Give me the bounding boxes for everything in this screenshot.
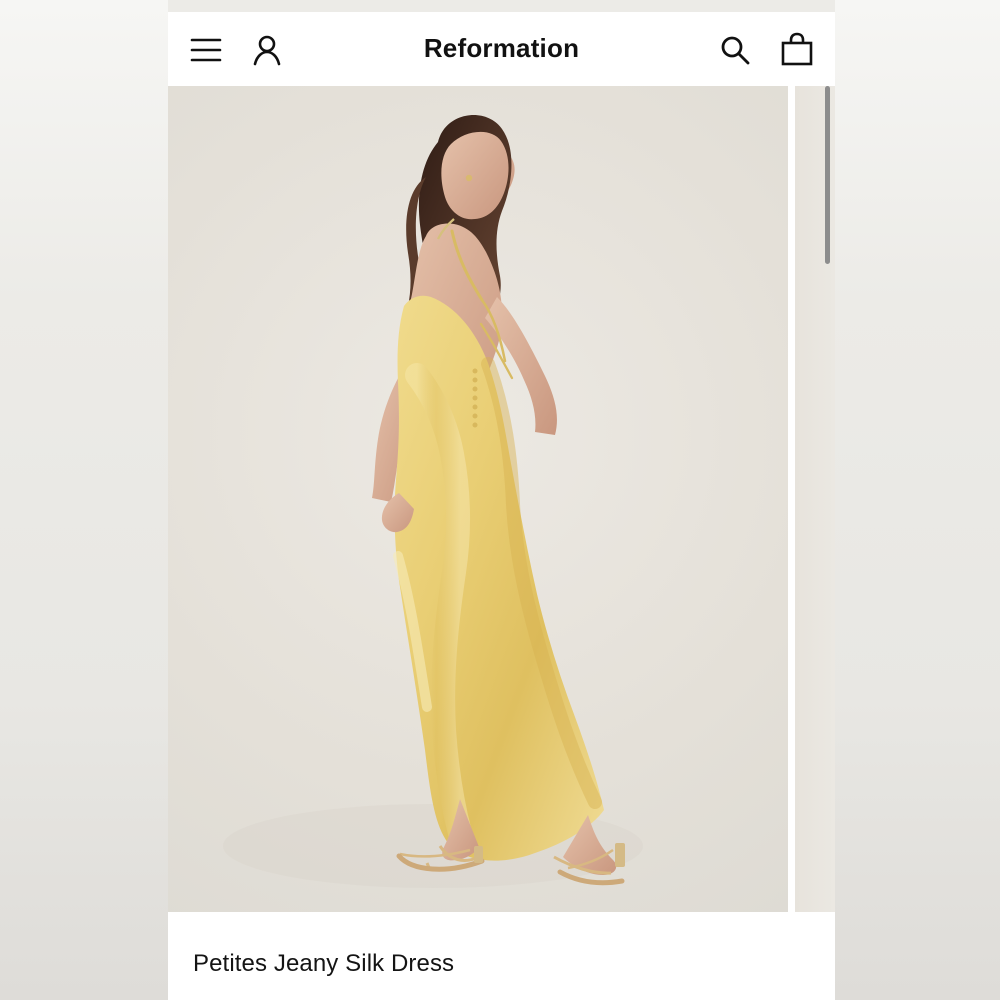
search-icon: [721, 36, 750, 65]
mobile-product-page: Reformation Petites Jeany Silk Dress: [168, 0, 835, 1000]
product-image-gallery[interactable]: [168, 86, 835, 912]
right-background: [835, 0, 1000, 1000]
product-title: Petites Jeany Silk Dress: [193, 950, 455, 977]
left-background: [0, 0, 168, 1000]
search-button[interactable]: [715, 30, 755, 70]
account-icon: [253, 35, 281, 66]
top-status-strip: [168, 0, 835, 12]
product-image-main[interactable]: [168, 86, 788, 912]
menu-button[interactable]: [186, 30, 226, 70]
brand-logo[interactable]: Reformation: [368, 33, 635, 64]
product-info: Petites Jeany Silk Dress: [168, 912, 835, 1000]
bag-button[interactable]: [777, 30, 817, 70]
bag-icon: [781, 32, 813, 66]
dress-photo-illustration: [223, 114, 643, 888]
scroll-indicator[interactable]: [825, 86, 830, 264]
account-button[interactable]: [247, 30, 287, 70]
menu-icon: [190, 38, 222, 62]
site-header: Reformation: [168, 12, 835, 86]
